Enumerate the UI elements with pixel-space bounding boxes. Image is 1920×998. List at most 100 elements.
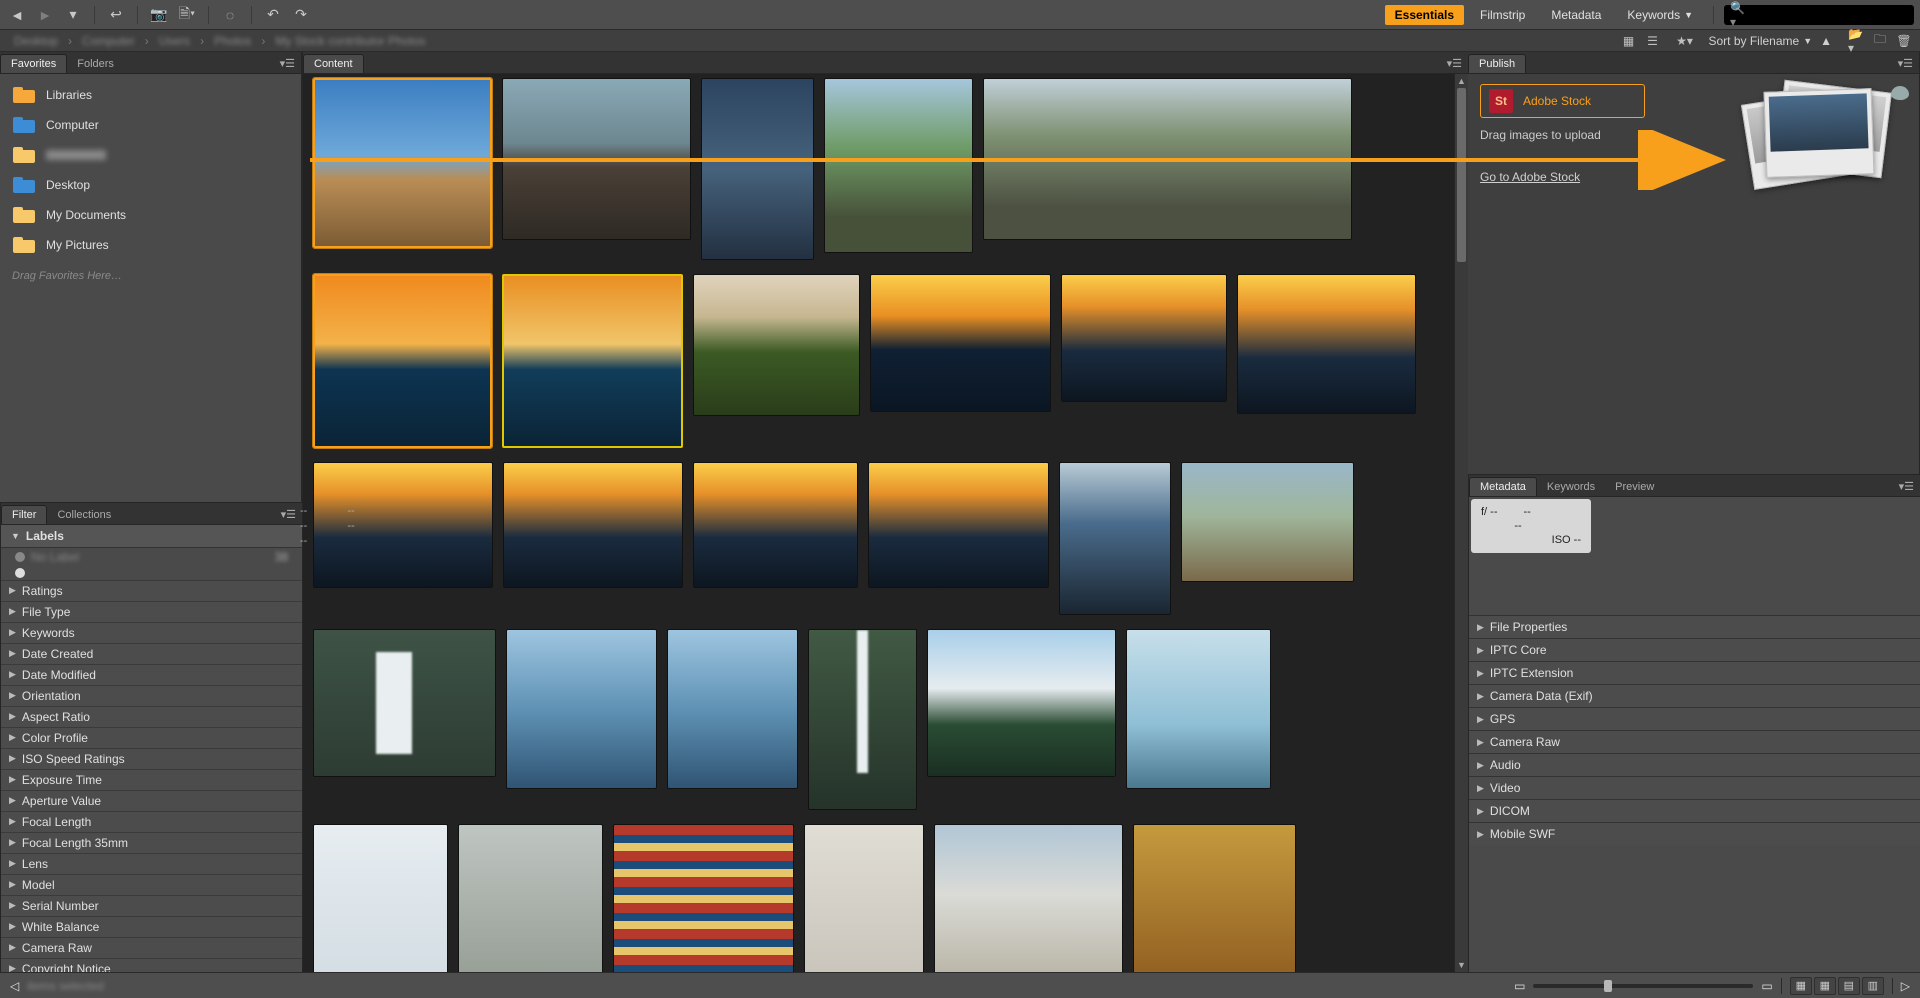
favorites-item[interactable]: My Documents xyxy=(4,200,297,230)
tab-content[interactable]: Content xyxy=(303,54,364,73)
zoom-in-icon[interactable]: ▭ xyxy=(1761,979,1772,993)
thumbnail-size-slider[interactable] xyxy=(1533,984,1753,988)
filter-section[interactable]: ▶Exposure Time xyxy=(1,769,302,790)
tab-favorites[interactable]: Favorites xyxy=(0,54,67,73)
filter-section-labels[interactable]: ▼Labels xyxy=(1,525,302,548)
filter-section[interactable]: ▶Copyright Notice xyxy=(1,958,302,972)
vertical-scrollbar[interactable]: ▲ ▼ xyxy=(1454,74,1468,972)
metadata-section[interactable]: ▶GPS xyxy=(1469,707,1920,730)
metadata-section[interactable]: ▶Camera Data (Exif) xyxy=(1469,684,1920,707)
thumbnail[interactable] xyxy=(506,629,657,789)
open-folder-icon[interactable]: 📂▾ xyxy=(1848,33,1864,49)
collapse-right-icon[interactable]: ▷ xyxy=(1901,979,1910,993)
tab-collections[interactable]: Collections xyxy=(47,506,121,524)
star-filter-icon[interactable]: ★▾ xyxy=(1676,33,1692,49)
rotate-ccw-icon[interactable]: ↶ xyxy=(262,4,284,26)
filter-section[interactable]: ▶ISO Speed Ratings xyxy=(1,748,302,769)
open-in-camera-raw-icon[interactable]: ◌ xyxy=(219,4,241,26)
thumbnail[interactable] xyxy=(693,274,860,416)
scroll-up-button[interactable]: ▲ xyxy=(1455,74,1468,88)
thumbnail[interactable] xyxy=(613,824,794,972)
filter-section[interactable]: ▶Orientation xyxy=(1,685,302,706)
metadata-section[interactable]: ▶IPTC Core xyxy=(1469,638,1920,661)
thumbnail[interactable] xyxy=(1133,824,1296,972)
filter-section[interactable]: ▶Aperture Value xyxy=(1,790,302,811)
back-button[interactable]: ◄ xyxy=(6,4,28,26)
filter-section[interactable]: ▶Camera Raw xyxy=(1,937,302,958)
thumbnail[interactable] xyxy=(1061,274,1227,402)
delete-icon[interactable]: 🗑 xyxy=(1896,33,1912,49)
tab-publish[interactable]: Publish xyxy=(1468,54,1526,73)
workspace-metadata[interactable]: Metadata xyxy=(1541,5,1611,25)
thumbnail[interactable] xyxy=(1059,462,1171,615)
filter-section[interactable]: ▶Lens xyxy=(1,853,302,874)
thumbnail[interactable] xyxy=(313,274,492,448)
thumbnail[interactable] xyxy=(667,629,798,789)
filter-section[interactable]: ▶Keywords xyxy=(1,622,302,643)
rotate-cw-icon[interactable]: ↷ xyxy=(290,4,312,26)
thumbnail[interactable] xyxy=(701,78,814,260)
metadata-section[interactable]: ▶Audio xyxy=(1469,753,1920,776)
thumbnail[interactable] xyxy=(1237,274,1416,414)
favorites-item[interactable] xyxy=(4,140,297,170)
breadcrumb-item[interactable]: My Stock contributor Photos xyxy=(269,34,431,48)
vertical-filmstrip-icon[interactable]: ▥ xyxy=(1862,977,1884,995)
thumbnail[interactable] xyxy=(313,629,496,777)
filter-section[interactable]: ▶Serial Number xyxy=(1,895,302,916)
grid-view-icon[interactable]: ▦ xyxy=(1814,977,1836,995)
view-as-thumbnails-icon[interactable]: ▦ xyxy=(1620,33,1636,49)
metadata-section[interactable]: ▶DICOM xyxy=(1469,799,1920,822)
metadata-section[interactable]: ▶IPTC Extension xyxy=(1469,661,1920,684)
thumbnail[interactable] xyxy=(313,78,492,248)
thumbnail[interactable] xyxy=(502,78,691,240)
thumbnail[interactable] xyxy=(808,629,917,810)
scroll-down-button[interactable]: ▼ xyxy=(1455,958,1468,972)
horizontal-filmstrip-icon[interactable]: ▤ xyxy=(1838,977,1860,995)
thumbnail[interactable] xyxy=(502,274,683,448)
tab-preview[interactable]: Preview xyxy=(1605,478,1664,496)
collapse-left-icon[interactable]: ◁ xyxy=(10,979,19,993)
filter-section[interactable]: ▶Date Modified xyxy=(1,664,302,685)
favorites-item[interactable]: Libraries xyxy=(4,80,297,110)
panel-menu-icon[interactable]: ▾☰ xyxy=(1893,477,1920,496)
filter-section[interactable]: ▶Focal Length xyxy=(1,811,302,832)
workspace-essentials[interactable]: Essentials xyxy=(1385,5,1464,25)
filter-section[interactable]: ▶File Type xyxy=(1,601,302,622)
metadata-section[interactable]: ▶File Properties xyxy=(1469,615,1920,638)
slider-knob[interactable] xyxy=(1604,980,1612,992)
panel-menu-icon[interactable]: ▾☰ xyxy=(275,505,302,524)
thumbnail[interactable] xyxy=(693,462,858,588)
metadata-section[interactable]: ▶Camera Raw xyxy=(1469,730,1920,753)
filter-section[interactable]: ▶White Balance xyxy=(1,916,302,937)
thumbnail-grid[interactable] xyxy=(303,74,1454,972)
label-swatch-row[interactable] xyxy=(1,566,302,580)
reveal-recent-dropdown[interactable]: ▾ xyxy=(62,4,84,26)
thumbnail[interactable] xyxy=(927,629,1116,777)
lock-grid-icon[interactable]: ▦ xyxy=(1790,977,1812,995)
new-folder-icon[interactable]: 🗀 xyxy=(1872,33,1888,49)
thumbnail[interactable] xyxy=(824,78,973,253)
sort-by-dropdown[interactable]: Sort by Filename ▼ ▲ xyxy=(1708,34,1832,48)
view-as-details-icon[interactable]: ☰ xyxy=(1644,33,1660,49)
filter-section[interactable]: ▶Color Profile xyxy=(1,727,302,748)
filter-section[interactable]: ▶Focal Length 35mm xyxy=(1,832,302,853)
thumbnail[interactable] xyxy=(983,78,1352,240)
thumbnail[interactable] xyxy=(458,824,603,972)
tab-metadata[interactable]: Metadata xyxy=(1469,477,1537,496)
tab-filter[interactable]: Filter xyxy=(1,505,47,524)
breadcrumb-item[interactable]: Desktop xyxy=(8,34,64,48)
favorites-item[interactable]: Computer xyxy=(4,110,297,140)
thumbnail[interactable] xyxy=(1126,629,1271,789)
tab-keywords[interactable]: Keywords xyxy=(1537,478,1605,496)
zoom-out-icon[interactable]: ▭ xyxy=(1514,979,1525,993)
favorites-item[interactable]: Desktop xyxy=(4,170,297,200)
panel-menu-icon[interactable]: ▾☰ xyxy=(1441,54,1468,73)
filter-section[interactable]: ▶Aspect Ratio xyxy=(1,706,302,727)
adobe-stock-service-row[interactable]: St Adobe Stock xyxy=(1480,84,1645,118)
breadcrumb-item[interactable]: Computer xyxy=(76,34,141,48)
upload-drop-zone[interactable] xyxy=(1745,82,1905,192)
thumbnail[interactable] xyxy=(313,824,448,972)
thumbnail[interactable] xyxy=(868,462,1049,588)
boomerang-icon[interactable]: ↩ xyxy=(105,4,127,26)
breadcrumb-item[interactable]: Users xyxy=(153,34,196,48)
